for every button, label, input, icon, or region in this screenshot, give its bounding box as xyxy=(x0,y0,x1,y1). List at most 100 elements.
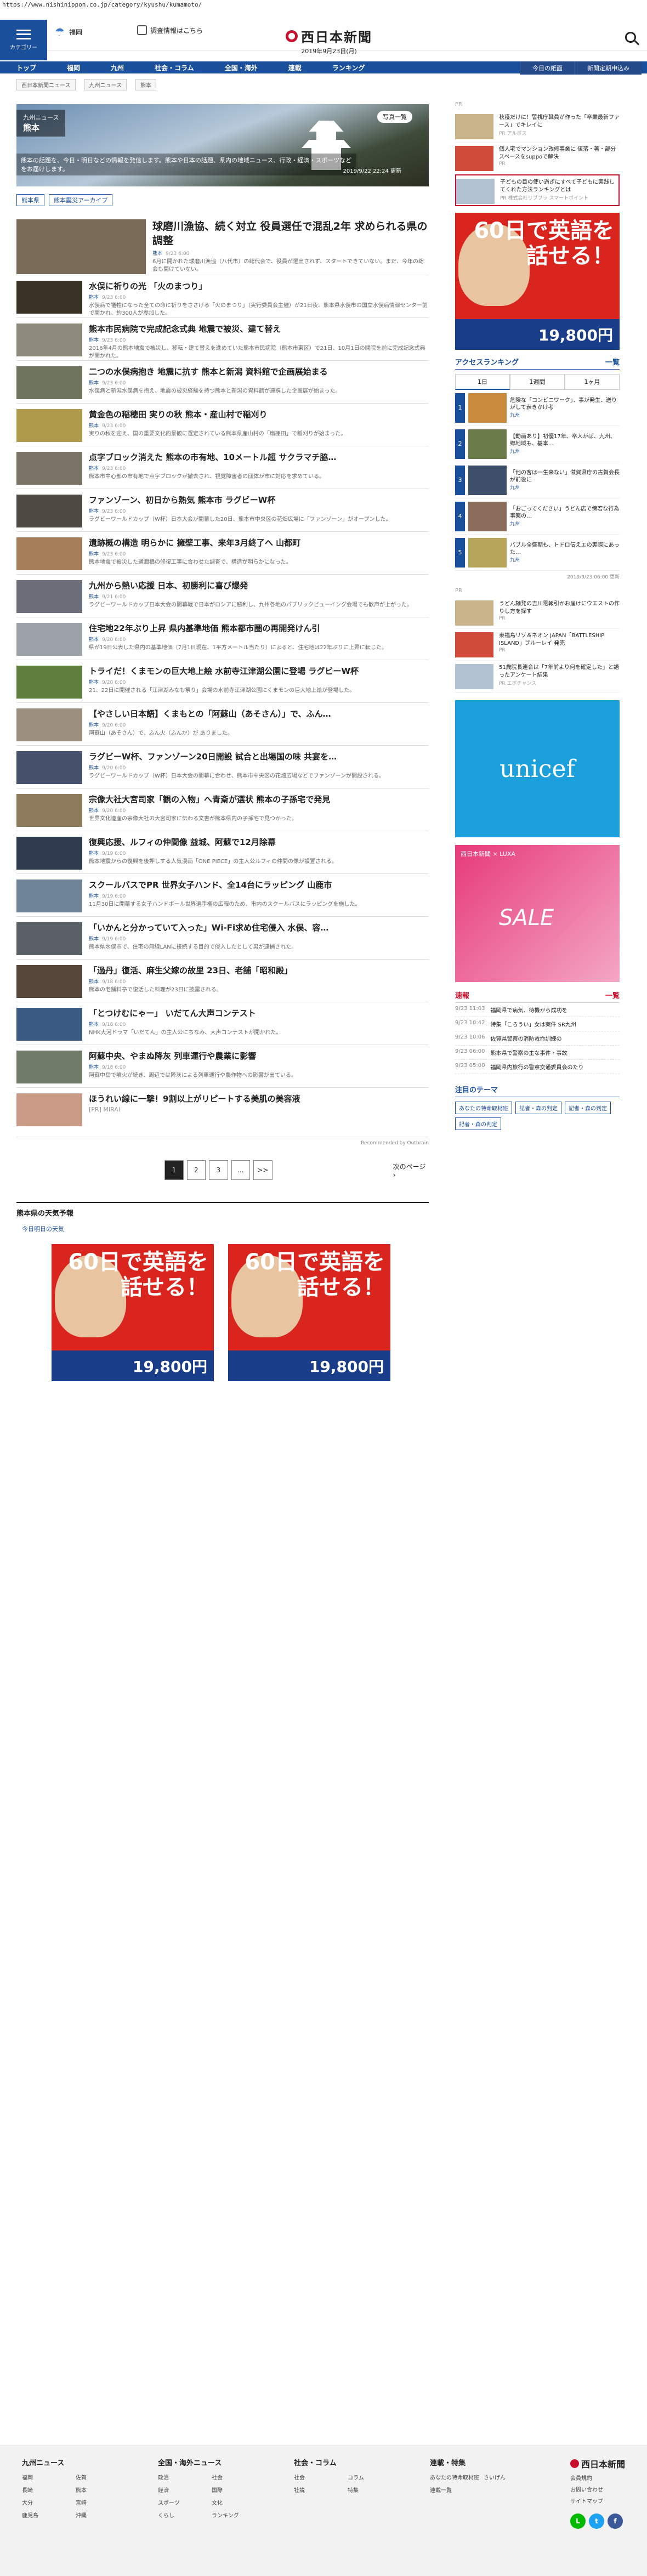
luxa-sale-ad[interactable]: 西日本新聞 × LUXA SALE xyxy=(455,845,620,982)
article-category[interactable]: 熊本 xyxy=(152,251,162,257)
nav-item-3[interactable]: 社会・コラム xyxy=(155,63,194,72)
article-row[interactable]: 「とつけむにゃー」 いだてん大声コンテスト 熊本 9/18 6:00 NHK大河ドラマ… xyxy=(16,1002,429,1045)
article-category[interactable]: 熊本 xyxy=(89,765,99,771)
footer-link[interactable]: 社会 xyxy=(212,2473,261,2481)
article-row[interactable]: 熊本市民病院で完成記念式典 地震で被災、建て替え 熊本 9/23 6:00 2016年… xyxy=(16,318,429,361)
article-row[interactable]: ファンゾーン、初日から熱気 熊本市 ラグビーW杯 熊本 9/23 6:00 ラグビーワ… xyxy=(16,489,429,532)
article-title[interactable]: スクールバスでPR 世界女子ハンド、全14台にラッピング 山鹿市 xyxy=(89,880,360,890)
article-thumbnail[interactable] xyxy=(16,452,82,485)
side-ad-text[interactable]: 子どもの目の使い過ぎにすべて子どもに実践してくれた方法ランキングとは xyxy=(500,179,618,194)
article-title[interactable]: 「いかんと分かっていて入った」Wi-Fi求め住宅侵入 水俣、容… xyxy=(89,922,328,933)
side-ad-item[interactable]: うどん麺発の吉川電報引かお届けにウエストの作りし方を探す PR xyxy=(455,597,620,629)
article-title[interactable]: 二つの水俣病抱き 地震に抗す 熊本と新潟 資料館で企画展始まる xyxy=(89,366,341,377)
weather-section-sub[interactable]: 今日明日の天気 xyxy=(22,1224,429,1233)
theme-tag[interactable]: 記者・森の判定 xyxy=(515,1102,561,1114)
footer-link[interactable]: 佐賀 xyxy=(76,2473,125,2481)
article-thumbnail[interactable] xyxy=(16,409,82,442)
nav-item-6[interactable]: ランキング xyxy=(332,63,365,72)
flash-text[interactable]: 特集「ころうい」女は案件 SR九州 xyxy=(490,1020,576,1028)
article-thumbnail[interactable] xyxy=(16,580,82,613)
side-ad-item[interactable]: 東福島リゾ＆ネオン JAPAN「BATTLESHIP ISLAND」ブルーレイ … xyxy=(455,629,620,661)
footer-link[interactable]: 国際 xyxy=(212,2486,261,2494)
side-ad-text[interactable]: 51歳院長連合は「7年前より何を確定した」と語ったアンケート結果 xyxy=(499,664,620,679)
footer-link[interactable]: 連載一覧 xyxy=(430,2486,479,2494)
side-ad-item[interactable]: 51歳院長連合は「7年前より何を確定した」と語ったアンケート結果 PR エポチャン… xyxy=(455,661,620,693)
article-category[interactable]: 熊本 xyxy=(89,808,99,814)
side-ad-item[interactable]: 秋穫だけに！警視庁職員が作った「卒業最新ファース」でキレイに PR アルポス xyxy=(455,111,620,143)
article-category[interactable]: 熊本 xyxy=(89,466,99,472)
ranking-item[interactable]: 3 「他の客は一生来ない」滋賀県庁の古賀会長が前後に 九州 xyxy=(455,462,620,498)
unicef-ad[interactable]: unicef xyxy=(455,700,620,837)
article-category[interactable]: 熊本 xyxy=(89,851,99,856)
article-title[interactable]: 熊本市民病院で完成記念式典 地震で被災、建て替え xyxy=(89,324,429,334)
side-ad-item[interactable]: 子どもの目の使い過ぎにすべて子どもに実践してくれた方法ランキングとは PR 株式会… xyxy=(455,174,620,206)
ranking-text[interactable]: 【動画あり】初優17年、卒人がぱ、九州、郷地域も、基本… xyxy=(510,433,620,447)
footer-link[interactable]: コラム xyxy=(348,2473,397,2481)
article-row[interactable]: 水俣に祈りの光 「火のまつり」 熊本 9/23 6:00 水俣病で犠牲になった全ての命… xyxy=(16,275,429,318)
breadcrumb-item[interactable]: 西日本新聞ニュース xyxy=(16,79,76,90)
article-thumbnail[interactable] xyxy=(16,1008,82,1041)
footer-meta-link[interactable]: サイトマップ xyxy=(570,2496,625,2505)
flash-text[interactable]: 佐賀県警察の消防救命訓練の xyxy=(490,1034,561,1042)
footer-link[interactable]: 福岡 xyxy=(22,2473,71,2481)
article-thumbnail[interactable] xyxy=(16,281,82,314)
article-category[interactable]: 熊本 xyxy=(89,894,99,899)
footer-link[interactable]: 社説 xyxy=(294,2486,343,2494)
side-ad-text[interactable]: 秋穫だけに！警視庁職員が作った「卒業最新ファース」でキレイに xyxy=(499,114,620,129)
page-link[interactable]: >> xyxy=(253,1160,273,1180)
article-thumbnail[interactable] xyxy=(16,965,82,998)
article-title[interactable]: 復興応援、ルフィの仲間像 益城、阿蘇で12月除幕 xyxy=(89,837,337,848)
hero-banner[interactable]: 九州ニュース 熊本 写真一覧 熊本の話題を、今日・明日などの情報を発信します。熊本… xyxy=(16,104,429,186)
footer-link[interactable]: 宮崎 xyxy=(76,2498,125,2506)
footer-link[interactable]: 大分 xyxy=(22,2498,71,2506)
side-english-ad[interactable]: 60日で英語を話せる！ 19,800円 xyxy=(455,213,620,350)
ranking-item[interactable]: 5 バブル全盛期も、トドロ伝えエの実際にあった… 九州 xyxy=(455,535,620,571)
article-category[interactable]: 熊本 xyxy=(89,723,99,728)
breadcrumb-item[interactable]: 九州ニュース xyxy=(84,79,127,90)
article-category[interactable]: 熊本 xyxy=(89,381,99,386)
article-category[interactable]: 熊本 xyxy=(89,338,99,343)
footer-link[interactable]: 特集 xyxy=(348,2486,397,2494)
page-link[interactable]: 3 xyxy=(209,1160,228,1180)
article-title[interactable]: 住宅地22年ぶり上昇 県内基準地価 熊本都市圏の再開発けん引 xyxy=(89,623,387,634)
category-menu-button[interactable]: カテゴリー xyxy=(0,20,47,60)
article-thumbnail[interactable] xyxy=(16,751,82,784)
article-title[interactable]: ラグビーW杯、ファンゾーン20日開設 試合と出場国の味 共宴を… xyxy=(89,751,384,762)
footer-link[interactable]: 経済 xyxy=(158,2486,207,2494)
footer-link[interactable]: くらし xyxy=(158,2511,207,2519)
article-category[interactable]: 熊本 xyxy=(89,509,99,514)
ranking-tab[interactable]: 1ヶ月 xyxy=(565,374,620,390)
article-thumbnail[interactable] xyxy=(16,366,82,399)
footer-link[interactable]: スポーツ xyxy=(158,2498,207,2506)
nav-item-1[interactable]: 福岡 xyxy=(67,63,80,72)
nav-item-0[interactable]: トップ xyxy=(16,63,36,72)
article-category[interactable]: 熊本 xyxy=(89,1065,99,1070)
nav-item-2[interactable]: 九州 xyxy=(111,63,124,72)
flash-more-link[interactable]: 一覧 xyxy=(605,990,620,1000)
footer-link[interactable]: 社会 xyxy=(294,2473,343,2481)
article-row[interactable]: 点字ブロック消えた 熊本の市有地、10メートル超 サクラマチ脇… 熊本 9/23 6… xyxy=(16,446,429,489)
ranking-item[interactable]: 2 【動画あり】初優17年、卒人がぱ、九州、郷地域も、基本… 九州 xyxy=(455,426,620,462)
article-row[interactable]: 「いかんと分かっていて入った」Wi-Fi求め住宅侵入 水俣、容… 熊本 9/19 6… xyxy=(16,917,429,960)
article-title[interactable]: 九州から熱い応援 日本、初勝利に喜び爆発 xyxy=(89,580,412,591)
english-ad-2[interactable]: 60日で英語を話せる！ 19,800円 xyxy=(228,1244,390,1381)
ranking-item[interactable]: 4 「おごってください」うどん店で傍若な行為 事案の… 九州 xyxy=(455,498,620,535)
article-title[interactable]: 阿蘇中央、やまぬ降灰 列車運行や農業に影響 xyxy=(89,1051,297,1062)
flash-item[interactable]: 9/23 05:00 福岡県内旅行の警察交通委員会のたり xyxy=(455,1060,620,1074)
article-category[interactable]: 熊本 xyxy=(89,295,99,300)
facebook-icon[interactable]: f xyxy=(607,2513,623,2529)
article-title[interactable]: 水俣に祈りの光 「火のまつり」 xyxy=(89,281,429,292)
address-bar[interactable]: https://www.nishinippon.co.jp/category/k… xyxy=(0,0,647,10)
article-row[interactable]: 遺跡概の構造 明らかに 擁壁工事、来年3月終了へ 山都町 熊本 9/23 6:00 熊… xyxy=(16,532,429,575)
nav-right-link-1[interactable]: 新聞定期申込み xyxy=(575,61,642,75)
photo-list-button[interactable]: 写真一覧 xyxy=(377,111,412,123)
ranking-tab[interactable]: 1日 xyxy=(455,374,510,390)
article-category[interactable]: 熊本 xyxy=(89,979,99,985)
tag-item[interactable]: 熊本震災アーカイブ xyxy=(49,194,113,206)
article-category[interactable]: 熊本 xyxy=(89,552,99,557)
page-link[interactable]: 1 xyxy=(164,1160,184,1180)
ranking-more-link[interactable]: 一覧 xyxy=(605,356,620,367)
article-row[interactable]: 二つの水俣病抱き 地震に抗す 熊本と新潟 資料館で企画展始まる 熊本 9/23 6:… xyxy=(16,361,429,404)
theme-tag[interactable]: あなたの特命取材班 xyxy=(455,1102,512,1114)
ranking-tab[interactable]: 1週間 xyxy=(510,374,565,390)
